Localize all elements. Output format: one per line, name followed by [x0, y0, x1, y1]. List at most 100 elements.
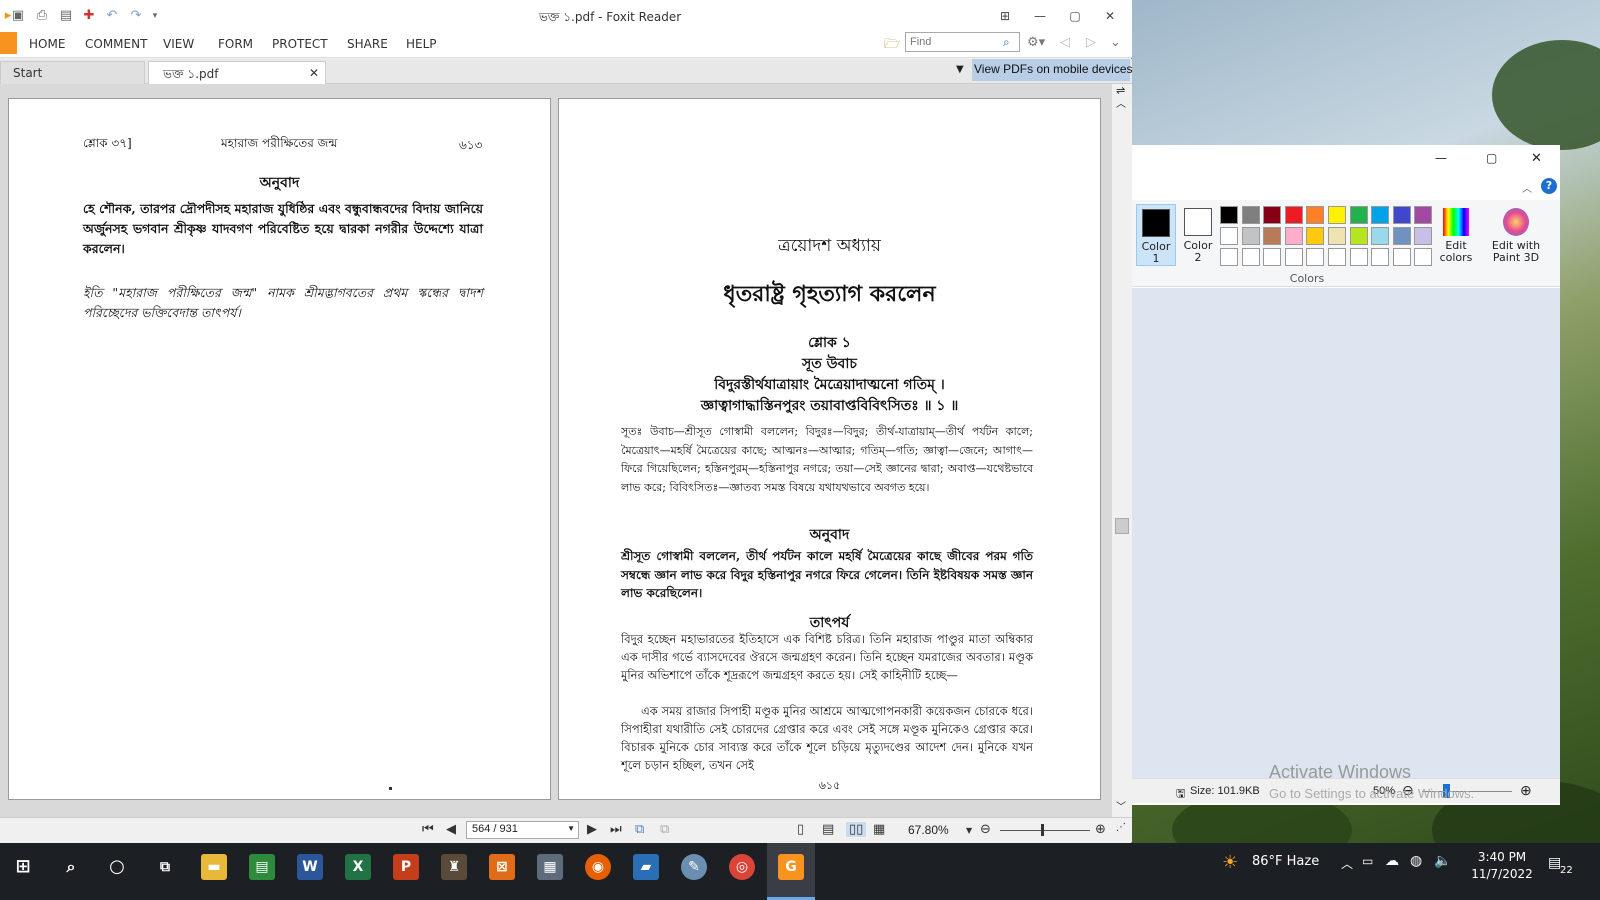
- continuous-facing-icon[interactable]: ▦: [873, 822, 885, 837]
- palette-swatch[interactable]: [1328, 206, 1346, 224]
- menu-home[interactable]: HOME: [29, 37, 65, 51]
- paint-app-icon[interactable]: ✎: [681, 854, 707, 880]
- help-icon[interactable]: ?: [1541, 178, 1557, 194]
- minimize-button[interactable]: —: [1025, 4, 1055, 28]
- zoom-dropdown-icon[interactable]: ▼: [966, 826, 972, 835]
- palette-swatch[interactable]: [1306, 227, 1325, 245]
- meet-now-icon[interactable]: ▭: [1362, 854, 1373, 868]
- palette-swatch[interactable]: [1284, 248, 1303, 266]
- edit-colors-button[interactable]: Edit colors: [1438, 208, 1474, 264]
- chevron-down-icon[interactable]: ▼: [567, 824, 575, 833]
- first-page-icon[interactable]: ⏮: [422, 822, 434, 837]
- clock[interactable]: 3:40 PM 11/7/2022: [1462, 849, 1542, 883]
- foxit-icon[interactable]: G: [778, 854, 804, 880]
- file-explorer-icon[interactable]: ▬: [201, 854, 227, 880]
- task-view-icon[interactable]: ⧉: [152, 854, 178, 880]
- palette-swatch[interactable]: [1284, 206, 1303, 224]
- palette-swatch[interactable]: [1263, 227, 1282, 245]
- scroll-down-arrow[interactable]: ﹀: [1116, 798, 1126, 813]
- undo-icon[interactable]: ↶: [104, 8, 120, 24]
- gear-icon[interactable]: ⚙▾: [1027, 35, 1045, 50]
- palette-swatch[interactable]: [1328, 227, 1346, 245]
- minimize-button[interactable]: —: [1435, 151, 1447, 165]
- save-icon[interactable]: ▣: [10, 8, 26, 24]
- zoom-in-icon[interactable]: ⊕: [1095, 822, 1106, 837]
- color1-button[interactable]: Color 1: [1136, 204, 1176, 266]
- palette-swatch[interactable]: [1220, 206, 1238, 224]
- weather-text[interactable]: 86°F Haze: [1252, 854, 1319, 869]
- maximize-button[interactable]: ▢: [1486, 151, 1497, 165]
- app-icon[interactable]: ▰: [633, 854, 659, 880]
- chevron-up-icon[interactable]: ︿: [1341, 855, 1353, 872]
- menu-share[interactable]: SHARE: [347, 37, 388, 51]
- powerpoint-icon[interactable]: P: [393, 854, 419, 880]
- search-icon[interactable]: ⌕: [1003, 35, 1010, 50]
- scrollbar-thumb[interactable]: [1115, 518, 1129, 534]
- volume-icon[interactable]: 🔈: [1434, 853, 1451, 869]
- menu-comment[interactable]: COMMENT: [85, 37, 147, 51]
- find-folder-icon[interactable]: 🗁: [884, 35, 902, 52]
- palette-swatch[interactable]: [1220, 248, 1238, 266]
- palette-swatch[interactable]: [1414, 248, 1433, 266]
- file-tab[interactable]: [0, 32, 17, 54]
- ribbon-display-icon[interactable]: ⊞: [990, 4, 1020, 28]
- chevron-down-icon[interactable]: ⌄: [1110, 35, 1121, 50]
- document-view[interactable]: শ্লোক ৩৭] মহারাজ পরীক্ষিতের জন্ম ৬১৩ অনু…: [0, 84, 1112, 817]
- network-icon[interactable]: ◍: [1410, 853, 1422, 869]
- weather-icon[interactable]: ☀: [1222, 852, 1238, 873]
- cortana-icon[interactable]: ○: [104, 854, 130, 880]
- customize-quick-access-icon[interactable]: ▾: [147, 8, 163, 24]
- palette-swatch[interactable]: [1349, 248, 1368, 266]
- palette-swatch[interactable]: [1263, 248, 1282, 266]
- search-icon[interactable]: ⌕: [58, 854, 84, 880]
- spreadsheet-app-icon[interactable]: ▤: [249, 854, 275, 880]
- banner-dropdown-icon[interactable]: ▼: [956, 64, 964, 75]
- zoom-slider-thumb[interactable]: [1041, 824, 1044, 836]
- media-app-icon[interactable]: ⊠: [489, 854, 515, 880]
- palette-swatch[interactable]: [1220, 227, 1238, 245]
- excel-icon[interactable]: X: [345, 854, 371, 880]
- maximize-button[interactable]: ▢: [1060, 4, 1090, 28]
- last-page-icon[interactable]: ⏭: [610, 822, 622, 837]
- collapse-ribbon-icon[interactable]: ︿: [1522, 180, 1532, 195]
- menu-help[interactable]: HELP: [406, 37, 437, 51]
- vertical-scrollbar[interactable]: ⇌ ︿ ﹀: [1112, 84, 1132, 817]
- previous-page-icon[interactable]: ◀: [446, 822, 456, 837]
- close-icon[interactable]: ✕: [309, 66, 319, 80]
- paint-canvas-area[interactable]: [1132, 288, 1560, 778]
- resize-grip-icon[interactable]: ⋰: [1116, 822, 1126, 833]
- menu-form[interactable]: FORM: [218, 37, 253, 51]
- menu-view[interactable]: VIEW: [163, 37, 194, 51]
- color2-button[interactable]: Color 2: [1178, 204, 1218, 266]
- palette-swatch[interactable]: [1414, 206, 1433, 224]
- edit-with-paint3d-button[interactable]: Edit with Paint 3D: [1484, 208, 1548, 264]
- properties-icon[interactable]: ▤: [58, 8, 74, 24]
- close-button[interactable]: ✕: [1531, 151, 1542, 166]
- palette-swatch[interactable]: [1349, 227, 1368, 245]
- continuous-page-icon[interactable]: ▤: [822, 822, 834, 837]
- zoom-level[interactable]: 67.80%: [908, 823, 949, 837]
- palette-swatch[interactable]: [1371, 227, 1390, 245]
- zoom-in-icon[interactable]: ⊕: [1520, 782, 1532, 799]
- palette-swatch[interactable]: [1414, 227, 1433, 245]
- palette-swatch[interactable]: [1371, 206, 1390, 224]
- tab-document[interactable]: ভক্ত ১.pdf ✕: [148, 61, 326, 84]
- menu-protect[interactable]: PROTECT: [272, 37, 328, 51]
- zoom-out-icon[interactable]: ⊖: [980, 822, 991, 837]
- scroll-up-arrow[interactable]: ︿: [1116, 95, 1126, 110]
- next-page-icon[interactable]: ▶: [587, 822, 597, 837]
- palette-swatch[interactable]: [1392, 206, 1411, 224]
- palette-swatch[interactable]: [1284, 227, 1303, 245]
- calculator-icon[interactable]: ▦: [537, 854, 563, 880]
- windows-start-icon[interactable]: ⊞: [10, 854, 36, 880]
- single-page-icon[interactable]: ▯: [797, 822, 804, 837]
- facing-page-icon[interactable]: ▯▯: [846, 822, 867, 837]
- app-icon[interactable]: ♜: [441, 854, 467, 880]
- chrome-icon[interactable]: ◎: [729, 854, 755, 880]
- print-icon[interactable]: ⎙: [34, 8, 50, 24]
- palette-swatch[interactable]: [1263, 206, 1282, 224]
- palette-swatch[interactable]: [1241, 227, 1260, 245]
- firefox-icon[interactable]: ◉: [585, 854, 611, 880]
- next-result-icon[interactable]: ▷: [1086, 35, 1096, 50]
- previous-view-icon[interactable]: ⧉: [635, 822, 644, 837]
